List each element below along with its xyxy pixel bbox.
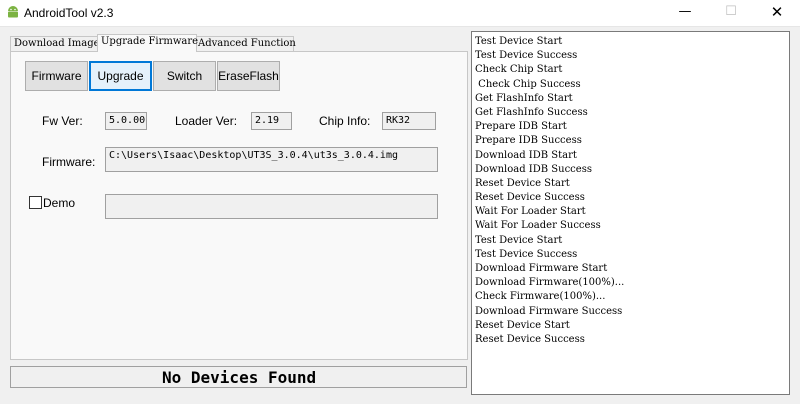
chip-info-field: RK32 (382, 112, 436, 130)
log-line: Get FlashInfo Start (475, 92, 573, 104)
demo-label: Demo (43, 196, 76, 210)
log-line: Check Chip Start (475, 64, 563, 76)
log-line: Get FlashInfo Success (475, 106, 588, 118)
switch-button[interactable]: Switch (153, 61, 216, 91)
demo-checkbox[interactable] (29, 196, 42, 209)
minimize-button[interactable]: — (662, 0, 708, 26)
tab-download-image[interactable]: Download Image (10, 36, 100, 51)
log-line: Reset Device Success (475, 192, 585, 204)
log-listbox[interactable]: Test Device Start Test Device Success Chec… (471, 31, 790, 395)
demo-path-field (105, 194, 438, 219)
window-title: AndroidTool v2.3 (24, 6, 114, 20)
log-line: Test Device Success (475, 50, 578, 62)
erase-flash-button[interactable]: EraseFlash (217, 61, 280, 91)
log-line: Prepare IDB Success (475, 135, 582, 147)
fw-ver-label: Fw Ver: (42, 114, 83, 128)
log-line: Test Device Start (475, 36, 563, 47)
firmware-label: Firmware: (42, 155, 96, 169)
log-line: Wait For Loader Start (475, 206, 586, 218)
log-line: Test Device Success (475, 248, 578, 260)
log-line: Prepare IDB Start (475, 121, 567, 133)
log-line: Test Device Start (475, 234, 563, 246)
title-bar[interactable]: AndroidTool v2.3 — ☐ ✕ (0, 0, 800, 27)
maximize-button[interactable]: ☐ (708, 0, 754, 26)
log-line: Check Firmware(100%)... (475, 291, 606, 303)
loader-ver-label: Loader Ver: (175, 114, 238, 128)
close-button[interactable]: ✕ (754, 0, 800, 26)
log-line: Download Firmware(100%)... (475, 277, 625, 289)
log-line: Reset Device Start (475, 177, 570, 189)
status-text: No Devices Found (162, 368, 317, 387)
firmware-path-field: C:\Users\Isaac\Desktop\UT3S_3.0.4\ut3s_3… (105, 147, 438, 172)
log-line: Download IDB Start (475, 149, 577, 161)
fw-ver-field: 5.0.00 (105, 112, 147, 130)
log-line: Download Firmware Success (475, 305, 623, 317)
loader-ver-field: 2.19 (251, 112, 292, 130)
log-line: Wait For Loader Success (475, 220, 601, 232)
tab-upgrade-firmware[interactable]: Upgrade Firmware (97, 34, 198, 52)
log-line: Reset Device Success (475, 333, 585, 345)
chip-info-label: Chip Info: (319, 114, 371, 128)
upgrade-button[interactable]: Upgrade (89, 61, 152, 91)
firmware-button[interactable]: Firmware (25, 61, 88, 91)
log-line: Download Firmware Start (475, 263, 608, 274)
tab-advanced-function[interactable]: Advanced Function (194, 36, 296, 51)
app-icon (8, 6, 18, 18)
log-line: Reset Device Start (475, 319, 570, 331)
log-line: Download IDB Success (475, 163, 592, 175)
log-line: Check Chip Success (475, 78, 581, 90)
tab-strip: Download Image Upgrade Firmware Advanced… (10, 34, 296, 52)
